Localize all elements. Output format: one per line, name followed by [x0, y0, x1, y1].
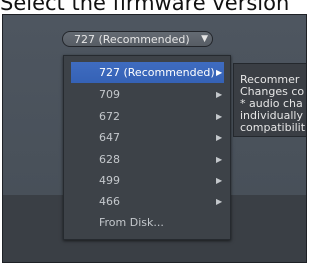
page-heading: Select the firmware version [0, 0, 290, 15]
firmware-info-tooltip: Recommer Changes co * audio cha individu… [233, 63, 306, 137]
submenu-arrow-icon: ▶ [216, 197, 223, 206]
menu-item-709[interactable]: 709 ▶ [71, 84, 224, 105]
menu-item-label: 499 [99, 174, 120, 187]
menu-item-628[interactable]: 628 ▶ [71, 149, 224, 170]
menu-item-label: 628 [99, 153, 120, 166]
firmware-version-selected-value: 727 (Recommended) [74, 33, 190, 46]
submenu-arrow-icon: ▶ [216, 112, 223, 121]
menu-item-label: From Disk... [99, 216, 164, 229]
submenu-arrow-icon: ▶ [216, 90, 223, 99]
firmware-version-menu: 727 (Recommended) ▶ 709 ▶ 672 ▶ 647 ▶ 62… [63, 55, 231, 240]
submenu-arrow-icon: ▶ [216, 176, 223, 185]
menu-item-466[interactable]: 466 ▶ [71, 191, 224, 212]
menu-item-647[interactable]: 647 ▶ [71, 127, 224, 148]
menu-item-499[interactable]: 499 ▶ [71, 170, 224, 191]
menu-item-label: 647 [99, 131, 120, 144]
menu-item-from-disk[interactable]: From Disk... [71, 212, 224, 233]
menu-item-727-recommended[interactable]: 727 (Recommended) ▶ [71, 62, 224, 83]
firmware-dialog: 727 (Recommended) ▼ 727 (Recommended) ▶ … [2, 14, 307, 263]
submenu-arrow-icon: ▶ [216, 68, 223, 77]
menu-item-672[interactable]: 672 ▶ [71, 106, 224, 127]
submenu-arrow-icon: ▶ [216, 133, 223, 142]
submenu-arrow-icon: ▶ [216, 155, 223, 164]
chevron-down-icon: ▼ [201, 34, 208, 44]
firmware-version-select[interactable]: 727 (Recommended) ▼ [62, 31, 213, 47]
menu-item-label: 466 [99, 195, 120, 208]
menu-item-label: 727 (Recommended) [99, 66, 215, 79]
menu-item-label: 709 [99, 88, 120, 101]
tooltip-line: compatibilit [240, 121, 306, 134]
menu-item-label: 672 [99, 110, 120, 123]
